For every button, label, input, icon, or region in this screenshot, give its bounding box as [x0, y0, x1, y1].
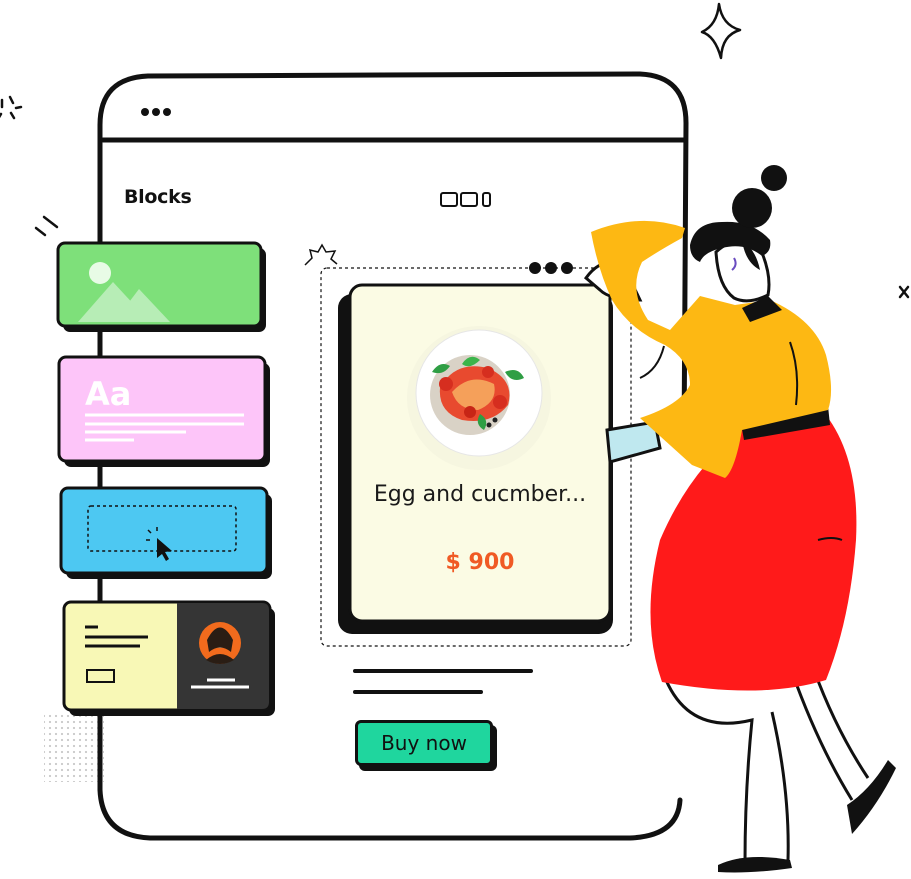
drop-zone-menu-icon [529, 262, 573, 274]
button-block-item[interactable] [61, 488, 269, 575]
buy-now-button[interactable]: Buy now [355, 720, 493, 766]
dot-texture [44, 712, 104, 782]
product-price: $ 900 [445, 550, 515, 575]
burst-icon [0, 95, 23, 120]
text-block-item[interactable] [59, 357, 267, 463]
device-toggle-icon [440, 192, 491, 207]
cross-icon [898, 285, 910, 299]
blocks-panel-title: Blocks [124, 186, 192, 208]
starburst-icon [304, 243, 338, 266]
window-dots-icon [141, 108, 171, 116]
product-name: Egg and cucmber... [373, 482, 587, 507]
dash-icon [34, 215, 59, 237]
image-block-item[interactable] [58, 243, 264, 329]
product-card [338, 283, 613, 634]
sparkle-icon [700, 2, 742, 60]
product-image [407, 326, 551, 470]
woman-illustration [583, 165, 896, 873]
profile-card-block-item[interactable] [64, 602, 272, 712]
